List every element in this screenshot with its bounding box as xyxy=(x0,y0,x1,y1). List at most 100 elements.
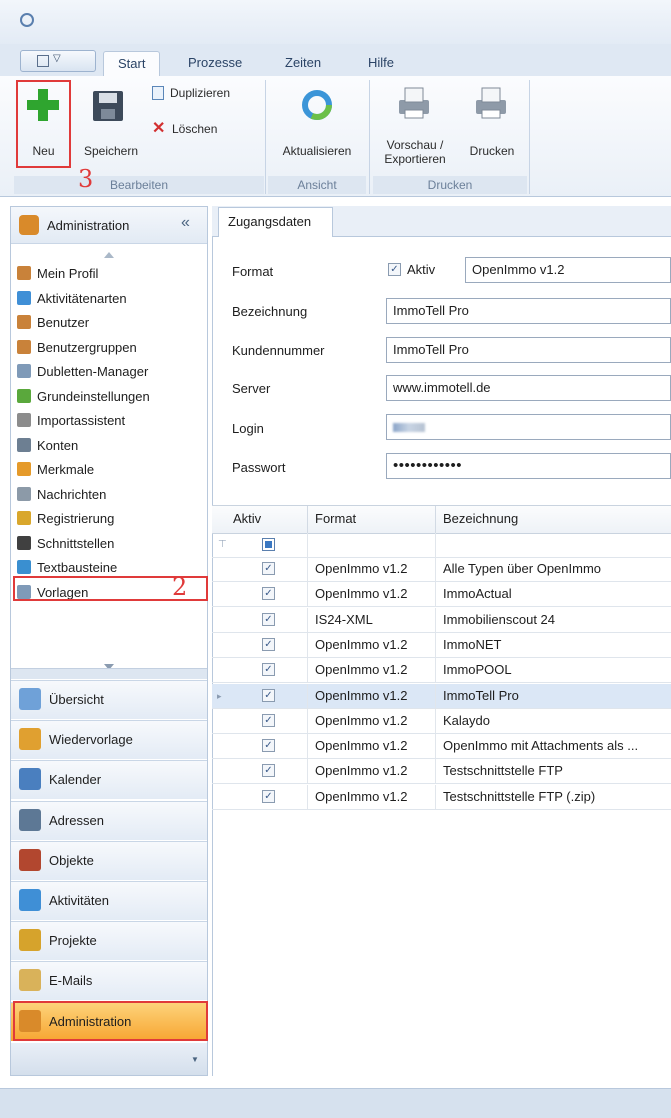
sidebar-item[interactable]: Merkmale xyxy=(17,459,94,481)
nav-button[interactable]: Objekte xyxy=(11,840,207,880)
column-divider xyxy=(307,658,308,683)
column-header-format[interactable]: Format xyxy=(315,511,356,526)
sidebar-item[interactable]: Schnittstellen xyxy=(17,533,114,555)
import-icon xyxy=(17,413,31,427)
login-input[interactable] xyxy=(386,414,671,440)
format-select[interactable]: OpenImmo v1.2 xyxy=(465,257,671,283)
aktiv-checkbox[interactable]: ✓ xyxy=(262,688,275,702)
calendar-icon xyxy=(19,768,41,791)
sidebar-item-label: Benutzer xyxy=(37,315,90,330)
nav-button[interactable]: Adressen xyxy=(11,800,207,840)
column-divider xyxy=(435,658,436,683)
table-row[interactable]: ✓ OpenImmo v1.2 Alle Typen über OpenImmo xyxy=(212,557,671,582)
column-header-aktiv[interactable]: Aktiv xyxy=(233,511,261,526)
aktiv-checkbox[interactable]: ✓ xyxy=(262,764,275,778)
user-profile-icon xyxy=(17,266,31,280)
sidebar-item[interactable]: Benutzer xyxy=(17,312,89,334)
aktiv-checkbox[interactable]: ✓ xyxy=(262,562,275,575)
tab-start[interactable]: Start xyxy=(103,51,161,76)
column-divider xyxy=(307,708,308,733)
passwort-input[interactable]: •••••••••••• xyxy=(386,453,671,479)
bezeichnung-input[interactable]: ImmoTell Pro xyxy=(386,298,671,324)
sidebar-item[interactable]: Importassistent xyxy=(17,410,125,432)
aktiv-checkbox[interactable]: ✓ xyxy=(262,637,275,651)
table-row[interactable]: ✓ OpenImmo v1.2 OpenImmo mit Attachments a… xyxy=(212,734,671,760)
table-row[interactable]: ✓ OpenImmo v1.2 Testschnittstelle FTP (.zi… xyxy=(212,784,671,810)
column-divider xyxy=(435,734,436,759)
aktiv-checkbox[interactable]: ✓ xyxy=(262,663,275,677)
scroll-up-icon[interactable] xyxy=(104,246,114,258)
nav-button[interactable]: Aktivitäten xyxy=(11,881,207,920)
column-header-bezeichnung[interactable]: Bezeichnung xyxy=(443,511,518,526)
table-row[interactable]: ▸ ✓ OpenImmo v1.2 ImmoTell Pro xyxy=(212,683,671,709)
collapse-panel-icon[interactable]: « xyxy=(181,214,190,232)
aktualisieren-button[interactable]: Aktualisieren xyxy=(268,82,366,166)
speichern-button[interactable]: Speichern xyxy=(76,82,146,166)
format-cell: OpenImmo v1.2 xyxy=(315,561,408,576)
scroll-down-icon[interactable] xyxy=(104,658,114,670)
overflow-chevron-icon[interactable]: ▼ xyxy=(191,1055,199,1064)
sidebar-item[interactable]: Benutzergruppen xyxy=(17,337,137,359)
sidebar-item[interactable]: Aktivitätenarten xyxy=(17,288,127,310)
accounts-icon xyxy=(17,437,31,452)
panel-splitter[interactable] xyxy=(11,668,207,679)
bezeichnung-cell: Immobilienscout 24 xyxy=(443,611,555,627)
format-cell: OpenImmo v1.2 xyxy=(315,788,408,804)
overview-icon xyxy=(19,688,41,710)
duplizieren-label: Duplizieren xyxy=(170,86,231,100)
sidebar-item[interactable]: Mein Profil xyxy=(17,263,98,285)
filter-icon[interactable]: ⊤ xyxy=(218,533,227,557)
table-row[interactable]: ✓ IS24-XML Immobilienscout 24 xyxy=(212,607,671,633)
aktiv-checkbox[interactable]: ✓ xyxy=(262,587,275,601)
delete-x-icon: ✕ xyxy=(152,120,166,137)
vorschau-exportieren-button[interactable]: Vorschau / Exportieren xyxy=(373,82,457,166)
aktiv-checkbox[interactable]: ✓ Aktiv xyxy=(386,259,466,283)
drucken-button[interactable]: Drucken xyxy=(458,82,526,166)
app-menu-button[interactable]: ▽ xyxy=(20,50,96,72)
sidebar-item[interactable]: Registrierung xyxy=(17,508,114,530)
nav-button[interactable]: Wiedervorlage xyxy=(11,720,207,760)
sidebar-item[interactable]: Grundeinstellungen xyxy=(17,386,150,408)
neu-button[interactable]: Neu xyxy=(18,82,69,166)
nav-button[interactable]: Projekte xyxy=(11,921,207,961)
email-icon xyxy=(19,969,41,992)
loeschen-button[interactable]: ✕ Löschen xyxy=(150,120,260,138)
nav-button[interactable]: Kalender xyxy=(11,760,207,800)
nav-button-label: Wiedervorlage xyxy=(49,732,133,748)
sidebar-item[interactable]: Konten xyxy=(17,435,78,457)
table-row[interactable]: ✓ OpenImmo v1.2 ImmoActual xyxy=(212,582,671,608)
column-divider xyxy=(307,734,308,759)
aktiv-checkbox[interactable]: ✓ xyxy=(262,713,275,727)
tab-hilfe[interactable]: Hilfe xyxy=(368,51,394,75)
bezeichnung-cell: Testschnittstelle FTP (.zip) xyxy=(443,788,596,804)
annotation-3: 3 xyxy=(78,165,94,193)
table-row[interactable]: ✓ OpenImmo v1.2 ImmoNET xyxy=(212,632,671,658)
tab-prozesse[interactable]: Prozesse xyxy=(188,51,242,75)
table-row[interactable]: ✓ OpenImmo v1.2 Kalaydo xyxy=(212,708,671,734)
table-row[interactable]: ✓ OpenImmo v1.2 ImmoPOOL xyxy=(212,658,671,684)
kundennummer-input[interactable]: ImmoTell Pro xyxy=(386,337,671,363)
column-divider xyxy=(307,632,308,657)
administration-highlight xyxy=(13,1001,208,1041)
format-cell: OpenImmo v1.2 xyxy=(315,662,408,678)
duplizieren-button[interactable]: Duplizieren xyxy=(150,84,260,102)
server-input[interactable]: www.immotell.de xyxy=(386,375,671,401)
drucken-label: Drucken xyxy=(469,144,515,158)
sidebar-item[interactable]: Nachrichten xyxy=(17,484,106,506)
app-refresh-icon[interactable] xyxy=(20,13,34,27)
aktiv-checkbox[interactable]: ✓ xyxy=(262,739,275,753)
tab-zugangsdaten[interactable]: Zugangsdaten xyxy=(218,207,333,237)
aktiv-checkbox[interactable]: ✓ xyxy=(262,789,275,803)
aktiv-checkbox[interactable]: ✓ xyxy=(262,612,275,626)
filter-checkbox[interactable] xyxy=(262,538,275,551)
column-divider xyxy=(307,759,308,784)
format-cell: OpenImmo v1.2 xyxy=(315,712,408,728)
nav-button[interactable]: Übersicht xyxy=(11,680,207,719)
activities-icon xyxy=(19,889,41,911)
nav-button-label: E-Mails xyxy=(49,973,93,989)
table-row[interactable]: ✓ OpenImmo v1.2 Testschnittstelle FTP xyxy=(212,759,671,785)
nav-button[interactable]: E-Mails xyxy=(11,961,207,1001)
sidebar-item[interactable]: Dubletten-Manager xyxy=(17,361,148,383)
nav-button-label: Adressen xyxy=(49,812,104,828)
tab-zeiten[interactable]: Zeiten xyxy=(285,51,321,75)
